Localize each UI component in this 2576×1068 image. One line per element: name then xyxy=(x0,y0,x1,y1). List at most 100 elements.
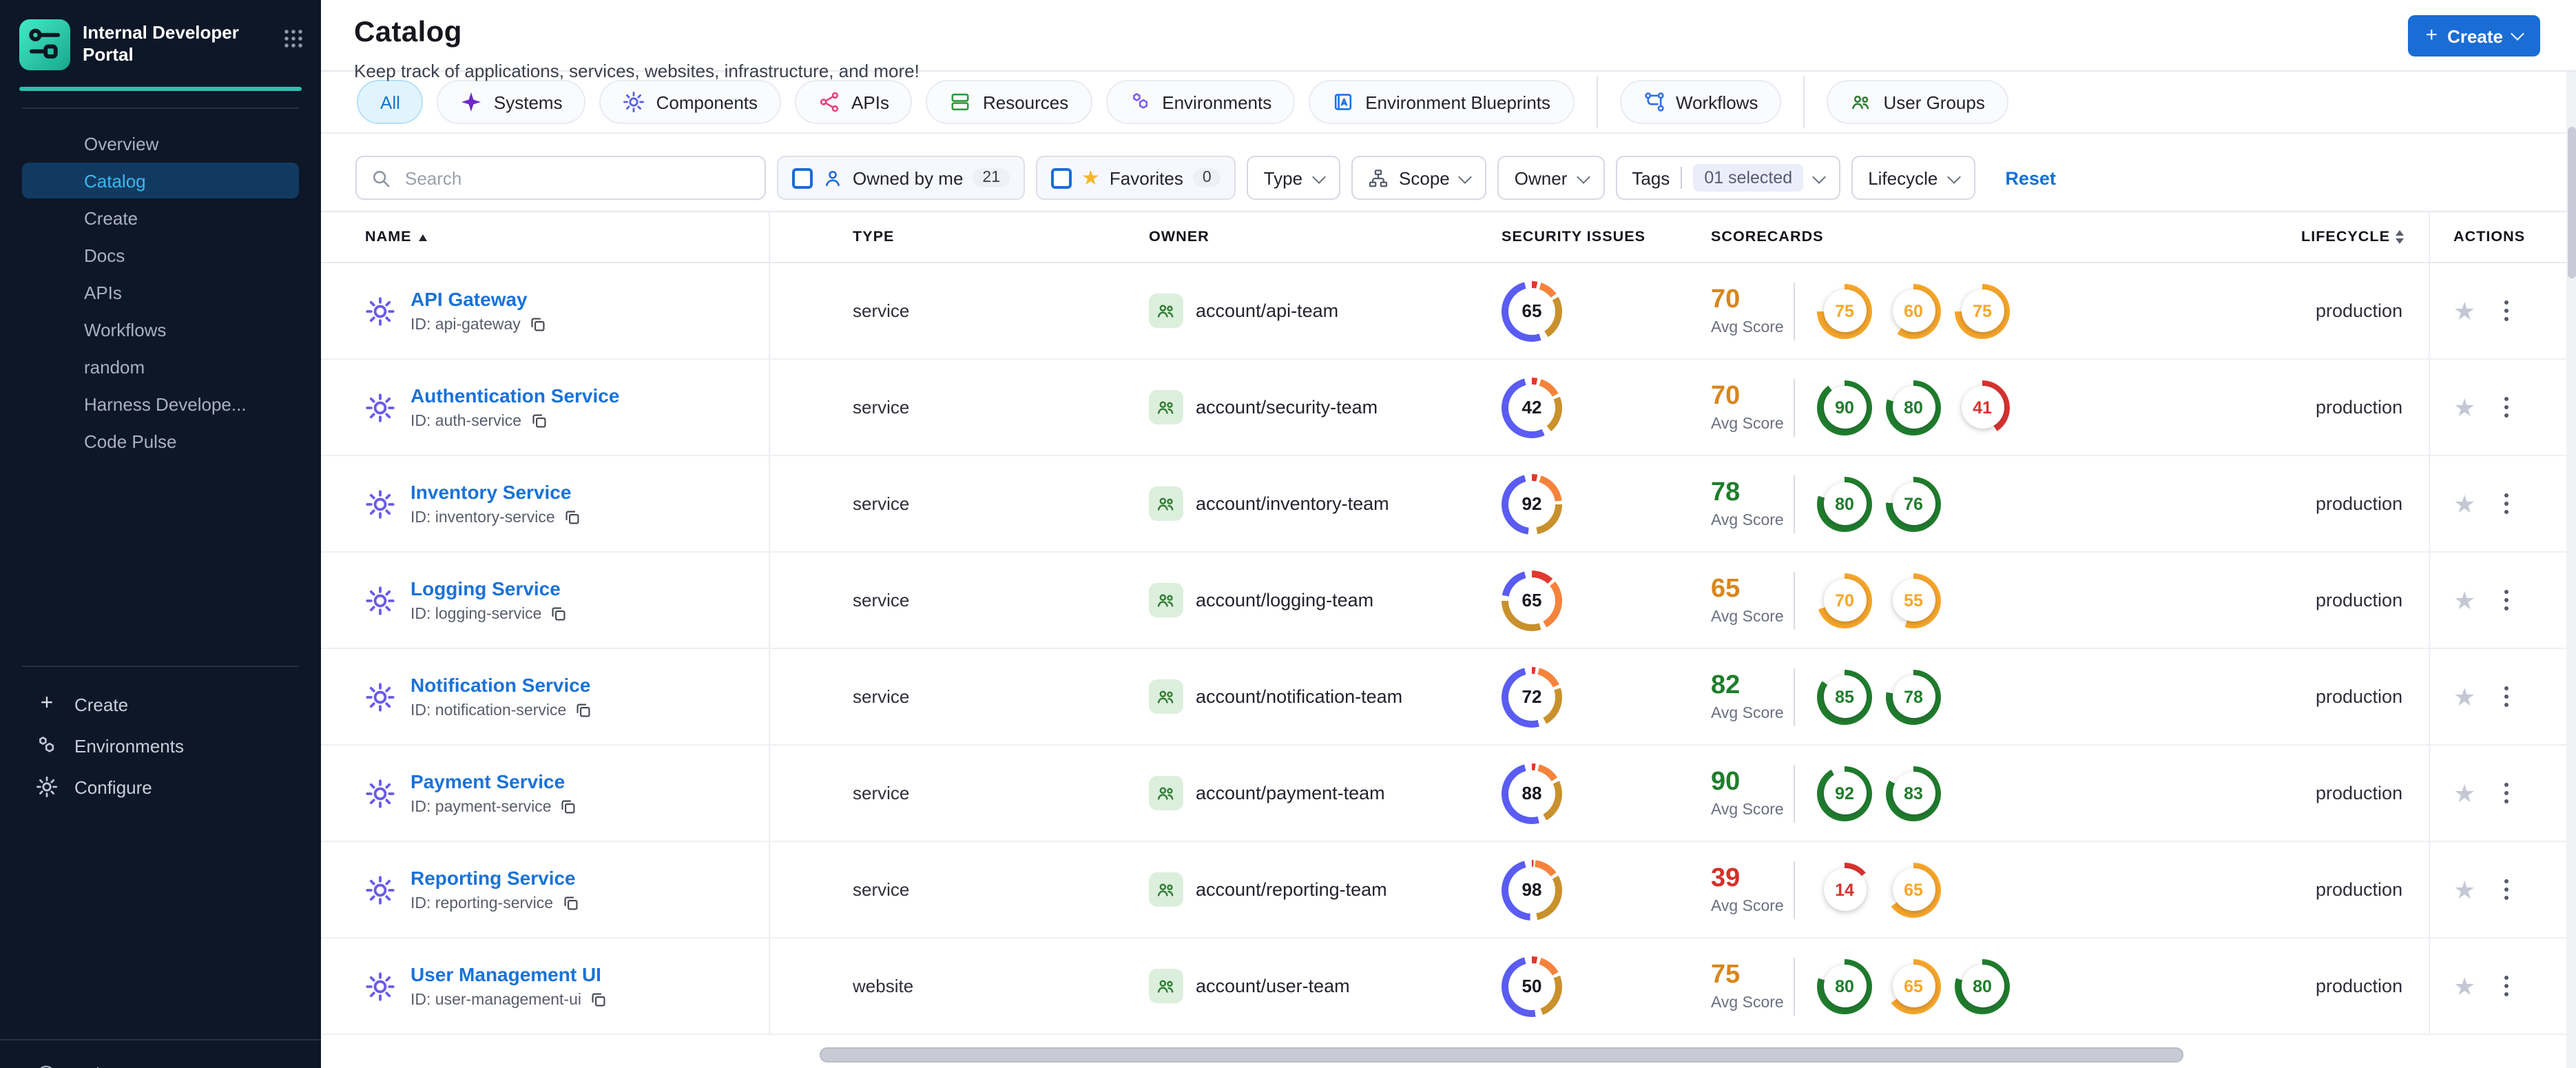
security-issues-donut[interactable]: 92 xyxy=(1502,473,1562,534)
scorecard-ring[interactable]: 80 xyxy=(1886,380,1941,435)
entity-name-link[interactable]: Logging Service xyxy=(411,577,568,599)
scope-dropdown[interactable]: Scope xyxy=(1351,156,1487,200)
table-row[interactable]: Notification Service ID: notification-se… xyxy=(321,649,2576,746)
tab-workflows[interactable]: Workflows xyxy=(1619,80,1782,124)
sidebar-item-code-pulse[interactable]: Code Pulse xyxy=(22,423,299,459)
row-menu-icon[interactable] xyxy=(2500,392,2513,422)
favorite-star-icon[interactable]: ★ xyxy=(2453,974,2475,998)
copy-id-icon[interactable] xyxy=(530,412,548,430)
favorite-star-icon[interactable]: ★ xyxy=(2453,877,2475,902)
sidebar-item-create[interactable]: + Create xyxy=(22,684,299,725)
tags-dropdown[interactable]: Tags 01 selected xyxy=(1615,156,1841,200)
entity-name-link[interactable]: Payment Service xyxy=(411,770,578,792)
sidebar-item-environments[interactable]: Environments xyxy=(22,725,299,766)
copy-id-icon[interactable] xyxy=(529,316,547,333)
scorecard-ring[interactable]: 70 xyxy=(1817,573,1872,628)
table-row[interactable]: Authentication Service ID: auth-service … xyxy=(321,360,2576,456)
tab-environment-blueprints[interactable]: Environment Blueprints xyxy=(1309,80,1575,124)
row-menu-icon[interactable] xyxy=(2500,874,2513,904)
table-row[interactable]: API Gateway ID: api-gateway service acco… xyxy=(321,263,2576,360)
entity-name-link[interactable]: Inventory Service xyxy=(411,481,581,503)
column-header-lifecycle[interactable]: Lifecycle xyxy=(2254,212,2429,262)
sidebar-item-catalog[interactable]: Catalog xyxy=(22,163,299,198)
entity-name-link[interactable]: Authentication Service xyxy=(411,384,619,407)
scorecard-ring[interactable]: 14 xyxy=(1817,862,1872,917)
scorecard-ring[interactable]: 75 xyxy=(1955,283,2010,338)
owner-name[interactable]: account/logging-team xyxy=(1196,590,1373,610)
tab-systems[interactable]: Systems xyxy=(437,80,586,124)
owner-name[interactable]: account/security-team xyxy=(1196,397,1378,418)
lifecycle-dropdown[interactable]: Lifecycle xyxy=(1851,156,1975,200)
table-row[interactable]: Inventory Service ID: inventory-service … xyxy=(321,456,2576,553)
favorite-star-icon[interactable]: ★ xyxy=(2453,491,2475,516)
security-issues-donut[interactable]: 98 xyxy=(1502,859,1562,920)
scorecard-ring[interactable]: 65 xyxy=(1886,862,1941,917)
sidebar-item-docs[interactable]: Docs xyxy=(22,237,299,273)
scorecard-ring[interactable]: 80 xyxy=(1955,958,2010,1014)
copy-id-icon[interactable] xyxy=(561,894,579,912)
security-issues-donut[interactable]: 65 xyxy=(1502,280,1562,341)
copy-id-icon[interactable] xyxy=(550,605,568,623)
entity-name-link[interactable]: Notification Service xyxy=(411,674,592,696)
sidebar-item-random[interactable]: random xyxy=(22,349,299,384)
scorecard-ring[interactable]: 60 xyxy=(1886,283,1941,338)
scorecard-ring[interactable]: 78 xyxy=(1886,669,1941,724)
search-input[interactable] xyxy=(402,166,751,189)
scorecard-ring[interactable]: 41 xyxy=(1955,380,2010,435)
owner-name[interactable]: account/reporting-team xyxy=(1196,879,1387,900)
owned-by-me-filter[interactable]: Owned by me 21 xyxy=(777,156,1025,200)
owner-name[interactable]: account/inventory-team xyxy=(1196,493,1389,514)
owner-name[interactable]: account/notification-team xyxy=(1196,686,1402,707)
favorite-star-icon[interactable]: ★ xyxy=(2453,395,2475,420)
sidebar-item-harness-develope-[interactable]: Harness Develope... xyxy=(22,386,299,422)
sidebar-item-help[interactable]: Help xyxy=(0,1054,321,1068)
owned-by-me-checkbox[interactable] xyxy=(792,167,813,188)
row-menu-icon[interactable] xyxy=(2500,681,2513,711)
scorecard-ring[interactable]: 75 xyxy=(1817,283,1872,338)
tab-environments[interactable]: Environments xyxy=(1105,80,1296,124)
entity-name-link[interactable]: User Management UI xyxy=(411,963,607,985)
row-menu-icon[interactable] xyxy=(2500,296,2513,325)
owner-name[interactable]: account/payment-team xyxy=(1196,783,1385,803)
table-row[interactable]: Reporting Service ID: reporting-service … xyxy=(321,842,2576,938)
scorecard-ring[interactable]: 65 xyxy=(1886,958,1941,1014)
table-row[interactable]: Payment Service ID: payment-service serv… xyxy=(321,746,2576,842)
reset-filters-link[interactable]: Reset xyxy=(2005,167,2056,188)
entity-name-link[interactable]: Reporting Service xyxy=(411,867,579,889)
owner-name[interactable]: account/user-team xyxy=(1196,976,1350,996)
create-button[interactable]: + Create xyxy=(2407,15,2540,57)
sidebar-item-configure[interactable]: Configure xyxy=(22,766,299,808)
vertical-scrollbar-thumb[interactable] xyxy=(2567,127,2575,278)
copy-id-icon[interactable] xyxy=(590,991,607,1009)
column-header-name[interactable]: Name xyxy=(321,212,770,262)
scorecard-ring[interactable]: 55 xyxy=(1886,573,1941,628)
row-menu-icon[interactable] xyxy=(2500,585,2513,615)
favorite-star-icon[interactable]: ★ xyxy=(2453,684,2475,709)
copy-id-icon[interactable] xyxy=(563,509,581,526)
security-issues-donut[interactable]: 50 xyxy=(1502,956,1562,1016)
tab-user-groups[interactable]: User Groups xyxy=(1827,80,2008,124)
security-issues-donut[interactable]: 88 xyxy=(1502,763,1562,823)
sidebar-item-create[interactable]: Create xyxy=(22,200,299,236)
scorecard-ring[interactable]: 80 xyxy=(1817,958,1872,1014)
security-issues-donut[interactable]: 65 xyxy=(1502,570,1562,630)
scorecard-ring[interactable]: 76 xyxy=(1886,476,1941,531)
entity-name-link[interactable]: API Gateway xyxy=(411,288,547,310)
app-switcher-icon[interactable] xyxy=(282,28,304,50)
table-row[interactable]: Logging Service ID: logging-service serv… xyxy=(321,553,2576,649)
scorecard-ring[interactable]: 90 xyxy=(1817,380,1872,435)
scorecard-ring[interactable]: 85 xyxy=(1817,669,1872,724)
scorecard-ring[interactable]: 83 xyxy=(1886,766,1941,821)
sidebar-item-overview[interactable]: Overview xyxy=(22,125,299,161)
tab-all[interactable]: All xyxy=(357,80,424,124)
horizontal-scrollbar-thumb[interactable] xyxy=(820,1047,2183,1062)
row-menu-icon[interactable] xyxy=(2500,778,2513,808)
sidebar-item-apis[interactable]: APIs xyxy=(22,274,299,310)
owner-name[interactable]: account/api-team xyxy=(1196,300,1338,321)
scorecard-ring[interactable]: 92 xyxy=(1817,766,1872,821)
copy-id-icon[interactable] xyxy=(560,798,578,816)
tab-components[interactable]: Components xyxy=(599,80,782,124)
security-issues-donut[interactable]: 42 xyxy=(1502,377,1562,438)
favorites-checkbox[interactable] xyxy=(1051,167,1072,188)
copy-id-icon[interactable] xyxy=(574,701,592,719)
